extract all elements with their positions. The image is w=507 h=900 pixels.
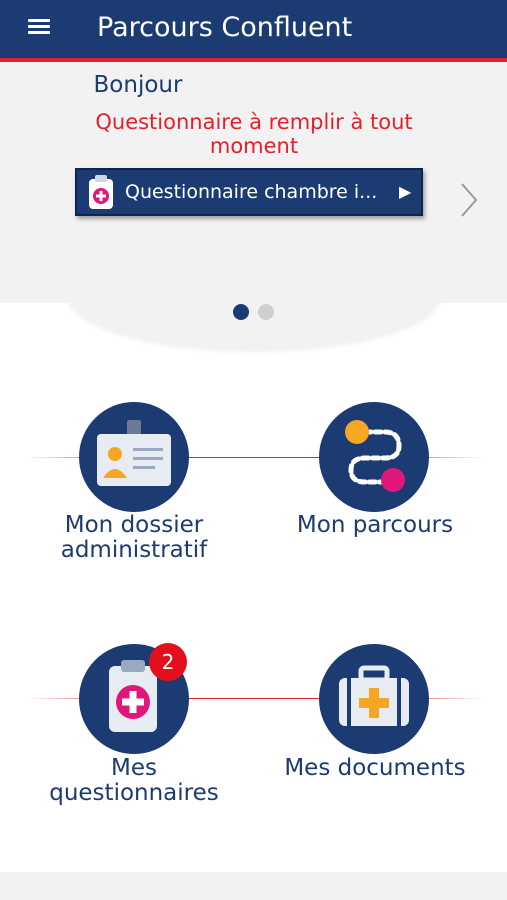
pagination-dot[interactable] (258, 304, 274, 320)
tile-label-line: administratif (60, 537, 208, 563)
tile-label: Mon parcours (296, 512, 454, 538)
app-title: Parcours Confluent (97, 12, 353, 43)
questionnaire-button-label: Questionnaire chambre i... (125, 181, 378, 203)
tile-mon-dossier-administratif[interactable]: Mon dossier administratif (0, 400, 260, 570)
carousel-subtitle: Questionnaire à remplir à tout moment (95, 110, 413, 158)
id-card-icon (79, 402, 189, 512)
tile-label: Mon dossier administratif (0, 513, 268, 563)
tile-label-line: Mes (111, 755, 157, 781)
pagination-dot-active[interactable] (233, 304, 249, 320)
play-icon: ▶ (399, 182, 412, 201)
bottom-bar (0, 872, 507, 900)
tile-mes-questionnaires[interactable]: 2 Mes questionnaires (0, 640, 260, 810)
hamburger-menu-icon[interactable] (28, 19, 50, 37)
tile-label: Mes documents (284, 755, 466, 781)
tile-mes-documents[interactable]: Mes documents (260, 640, 507, 810)
questionnaire-button[interactable]: Questionnaire chambre i... ▶ (75, 168, 423, 216)
clipboard-cross-icon (87, 174, 115, 210)
tile-label-line: Mon dossier (64, 512, 204, 538)
chevron-right-icon[interactable] (456, 180, 482, 220)
notification-badge: 2 (149, 643, 187, 681)
tile-mon-parcours[interactable]: Mon parcours (260, 400, 507, 570)
medical-case-icon (319, 644, 429, 754)
tile-label: Mes questionnaires (0, 756, 268, 806)
app-bar: Parcours Confluent (0, 0, 507, 58)
route-path-icon (319, 402, 429, 512)
tile-label-line: questionnaires (49, 780, 219, 806)
greeting-text: Bonjour (93, 72, 183, 98)
